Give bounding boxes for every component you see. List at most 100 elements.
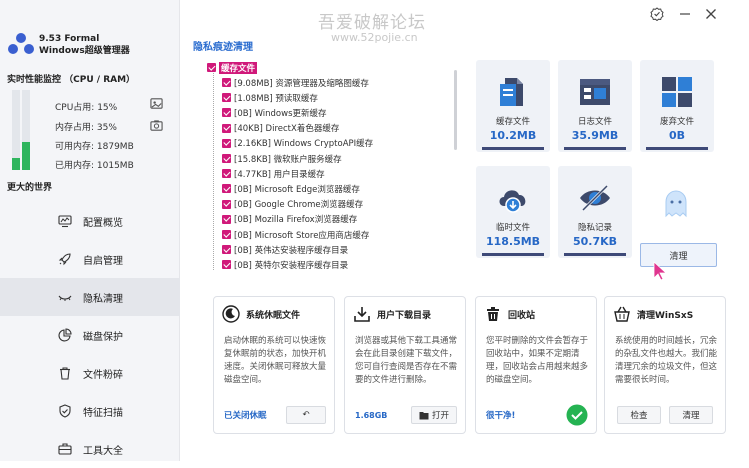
scrollbar-thumb[interactable] <box>454 70 457 150</box>
list-item[interactable]: [40KB] DirectX着色器缓存 <box>222 121 339 136</box>
sidebar-item-4[interactable]: 磁盘保护 <box>0 316 180 354</box>
sidebar-item-2[interactable]: 自启管理 <box>0 240 180 278</box>
root-label: 缓存文件 <box>219 61 258 74</box>
sidebar-item-5[interactable]: 文件粉碎 <box>0 354 180 392</box>
shield-check-icon <box>57 403 73 419</box>
list-item[interactable]: [2.16KB] Windows CryptoAPI缓存 <box>222 136 373 151</box>
cpu-usage: CPU占用: 15% <box>55 103 118 113</box>
hibernation-card: 系统休眠文件 启动休眠的系统可以快速恢复休眠前的状态，加快开机速度。关闭休眠可释… <box>213 296 335 434</box>
item-checkbox[interactable] <box>222 78 231 87</box>
list-item[interactable]: [9.08MB] 资源管理器及缩略图缓存 <box>222 75 369 90</box>
pie-chart-icon <box>57 327 73 343</box>
check-button[interactable]: 检查 <box>617 406 661 424</box>
app-version: 9.53 Formal <box>39 34 100 44</box>
card-desc: 系统使用的时间越长，冗余的杂乱文件也越大。我们能清理冗余的垃圾文件，但这需要很长… <box>615 336 718 385</box>
log-file-icon <box>577 74 613 110</box>
sidebar-item-3[interactable]: 隐私清理 <box>0 278 180 316</box>
sidebar-item-label: 磁盘保护 <box>83 331 123 343</box>
item-checkbox[interactable] <box>222 93 231 103</box>
camera-icon[interactable] <box>150 119 163 132</box>
list-item[interactable]: [1.08MB] 预读取缓存 <box>222 90 318 105</box>
stat-tile[interactable]: 缓存文件 10.2MB <box>476 60 550 152</box>
list-root-item[interactable]: 缓存文件 <box>207 60 258 75</box>
image-icon[interactable] <box>150 97 163 110</box>
windows-grid-icon <box>659 74 695 110</box>
cpu-bar-fill <box>12 158 20 170</box>
mem-usage: 内存占用: 35% <box>55 123 117 133</box>
cloud-download-icon <box>495 180 531 216</box>
item-checkbox[interactable] <box>222 154 231 163</box>
item-label: [15.8KB] 微软账户服务缓存 <box>234 154 342 165</box>
item-label: [0B] Windows更新缓存 <box>234 108 327 119</box>
download-tray-icon <box>354 307 370 322</box>
monitor-icon <box>57 213 73 229</box>
card-title: 清理WinSxS <box>637 310 694 321</box>
list-scrollbar[interactable] <box>454 60 457 266</box>
list-item[interactable]: [0B] 英特尔安装程序缓存目录 <box>222 257 348 270</box>
mem-bar <box>22 90 30 170</box>
recycle-bin-card: 回收站 您平时删除的文件会暂存于回收站中，如果不定期清理，回收站会占用越来越多的… <box>475 296 597 434</box>
winsxs-card: 清理WinSxS 系统使用的时间越长，冗余的杂乱文件也越大。我们能清理冗余的垃圾… <box>604 296 726 434</box>
toolbox-icon <box>57 441 73 457</box>
moon-icon <box>222 305 240 323</box>
item-checkbox[interactable] <box>222 108 231 118</box>
stat-tile[interactable]: 临时文件 118.5MB <box>476 166 550 258</box>
tile-name: 废弃文件 <box>659 117 694 127</box>
item-checkbox[interactable] <box>222 123 231 133</box>
list-item[interactable]: [4.77KB] 用户目录缓存 <box>222 166 325 181</box>
list-item[interactable]: [0B] Windows更新缓存 <box>222 105 327 120</box>
sidebar-item-label: 自启管理 <box>83 255 123 267</box>
card-title: 回收站 <box>508 310 536 321</box>
close-icon[interactable] <box>704 7 718 21</box>
item-checkbox[interactable] <box>222 199 231 209</box>
tile-bar <box>646 147 708 150</box>
undo-button[interactable]: ↶ <box>286 406 326 424</box>
tile-value: 118.5MB <box>485 235 541 248</box>
sidebar-item-6[interactable]: 特征扫描 <box>0 392 180 430</box>
list-item[interactable]: [0B] Google Chrome浏览器缓存 <box>222 197 363 212</box>
cpu-bar <box>12 90 20 170</box>
item-checkbox[interactable] <box>222 214 231 224</box>
sidebar-item-7[interactable]: 工具大全 <box>0 430 180 468</box>
monitor-title: 实时性能监控 （CPU / RAM） <box>7 75 136 85</box>
tile-name: 日志文件 <box>577 117 612 127</box>
verified-icon[interactable] <box>650 7 664 21</box>
sidebar-item-1[interactable]: 配置概览 <box>0 202 180 240</box>
item-label: [0B] Google Chrome浏览器缓存 <box>234 200 364 211</box>
sidebar-item-label: 特征扫描 <box>83 407 123 419</box>
check-circle-icon[interactable] <box>566 404 588 426</box>
stat-tile[interactable]: 日志文件 35.9MB <box>558 60 632 152</box>
basket-icon <box>614 306 630 322</box>
root-checkbox[interactable] <box>207 63 216 72</box>
list-item[interactable]: [15.8KB] 微软账户服务缓存 <box>222 151 342 166</box>
item-checkbox[interactable] <box>222 260 231 270</box>
tile-bar <box>482 147 544 150</box>
winsxs-clean-button[interactable]: 清理 <box>669 406 713 424</box>
item-checkbox[interactable] <box>222 169 231 179</box>
stat-tile[interactable]: 隐私记录 50.7KB <box>558 166 632 258</box>
open-folder-button[interactable]: 打开 <box>411 406 457 424</box>
tile-bar <box>564 147 626 150</box>
cursor-pointer-icon <box>653 261 668 281</box>
eye-slash-icon <box>577 180 613 216</box>
item-checkbox[interactable] <box>222 138 231 148</box>
tile-value: 10.2MB <box>489 129 537 142</box>
minimize-icon[interactable] <box>678 7 692 21</box>
privacy-section-title: 隐私痕迹清理 <box>193 42 253 53</box>
item-label: [1.08MB] 预读取缓存 <box>234 93 318 104</box>
privacy-list: 缓存文件 [9.08MB] 资源管理器及缩略图缓存 [1.08MB] 预读取缓存 [… <box>204 58 462 270</box>
list-item[interactable]: [0B] Microsoft Store应用商店缓存 <box>222 227 369 242</box>
item-label: [0B] 英伟达安装程序缓存目录 <box>234 245 349 256</box>
tile-value: 50.7KB <box>572 235 618 248</box>
list-item[interactable]: [0B] 英伟达安装程序缓存目录 <box>222 242 348 257</box>
list-item[interactable]: [0B] Microsoft Edge浏览器缓存 <box>222 181 360 196</box>
hibernation-status-link[interactable]: 已关闭休眠 <box>224 409 267 421</box>
item-checkbox[interactable] <box>222 245 231 255</box>
item-checkbox[interactable] <box>222 184 231 194</box>
item-checkbox[interactable] <box>222 230 231 239</box>
list-item[interactable]: [0B] Mozilla Firefox浏览器缓存 <box>222 212 357 227</box>
folder-icon <box>419 411 429 419</box>
app-name: Windows超级管理器 <box>39 46 130 56</box>
stat-tile[interactable]: 废弃文件 0B <box>640 60 714 152</box>
cache-file-icon <box>495 74 531 110</box>
